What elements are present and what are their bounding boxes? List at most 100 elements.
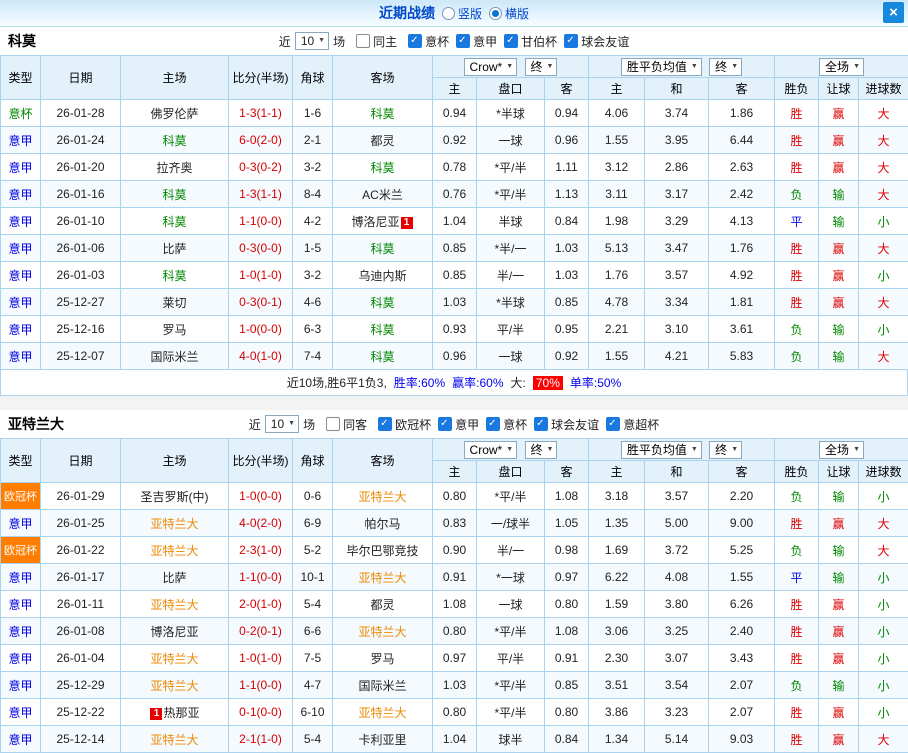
- checkbox-checked-icon[interactable]: [486, 417, 500, 431]
- odds-company-dropdown[interactable]: Crow*▼: [464, 58, 518, 76]
- result-wdl: 负: [775, 343, 819, 370]
- filter-checkbox[interactable]: 球会友谊: [534, 416, 599, 433]
- match-type: 意甲: [1, 672, 41, 699]
- odds-time-dropdown[interactable]: 终▼: [525, 58, 558, 76]
- euro-away-odds: 1.76: [709, 235, 775, 262]
- radio-horizontal-icon[interactable]: [489, 7, 502, 20]
- col-asian-handicap: 盘口: [477, 78, 545, 100]
- match-row: 意甲 26-01-04 亚特兰大 1-0(1-0) 7-5 罗马 0.97 平/…: [1, 645, 908, 672]
- filter-checkbox[interactable]: 意甲: [438, 416, 479, 433]
- euro-odds-dropdown[interactable]: 胜平负均值▼: [621, 441, 702, 459]
- radio-vertical-icon[interactable]: [442, 7, 455, 20]
- match-date: 26-01-25: [41, 510, 121, 537]
- checkbox-checked-icon[interactable]: [606, 417, 620, 431]
- away-team-cell: 卡利亚里: [333, 726, 433, 753]
- euro-draw-odds: 5.00: [645, 510, 709, 537]
- filter-checkbox[interactable]: 意杯: [408, 33, 449, 50]
- col-euro-away: 客: [709, 461, 775, 483]
- checkbox-unchecked-icon[interactable]: [356, 34, 370, 48]
- euro-draw-odds: 3.47: [645, 235, 709, 262]
- near-label: 近: [249, 416, 261, 433]
- col-handicap-result: 让球: [819, 461, 859, 483]
- filter-checkbox[interactable]: 意甲: [456, 33, 497, 50]
- same-away-checkbox[interactable]: 同客: [326, 416, 367, 433]
- euro-draw-odds: 3.07: [645, 645, 709, 672]
- match-date: 26-01-29: [41, 483, 121, 510]
- checkbox-checked-icon[interactable]: [564, 34, 578, 48]
- match-score: 0-3(0-0): [229, 235, 293, 262]
- euro-away-odds: 1.55: [709, 564, 775, 591]
- col-away: 客场: [333, 439, 433, 483]
- match-row: 意甲 26-01-10 科莫 1-1(0-0) 4-2 博洛尼亚1 1.04 半…: [1, 208, 908, 235]
- scope-dropdown[interactable]: 全场▼: [819, 441, 864, 459]
- asian-away-odds: 1.11: [545, 154, 589, 181]
- scope-dropdown[interactable]: 全场▼: [819, 58, 864, 76]
- euro-away-odds: 1.86: [709, 100, 775, 127]
- team-name: 亚特兰大: [150, 652, 198, 666]
- asian-home-odds: 0.90: [433, 537, 477, 564]
- games-count-dropdown[interactable]: 10▼: [295, 32, 329, 50]
- filter-label: 欧冠杯: [395, 416, 431, 433]
- euro-away-odds: 1.81: [709, 289, 775, 316]
- same-home-checkbox[interactable]: 同主: [356, 33, 397, 50]
- match-type: 意甲: [1, 699, 41, 726]
- match-score: 1-0(1-0): [229, 645, 293, 672]
- section-como: 科莫 近 10▼ 场 同主 意杯意甲甘伯杯球会友谊 类型 日期 主场 比分(半场…: [0, 27, 908, 396]
- filter-checkbox[interactable]: 甘伯杯: [504, 33, 557, 50]
- team-name: 博洛尼亚: [150, 625, 198, 639]
- checkbox-checked-icon[interactable]: [504, 34, 518, 48]
- euro-time-dropdown[interactable]: 终▼: [709, 58, 742, 76]
- asian-handicap: *平/半: [477, 618, 545, 645]
- result-handicap: 输: [819, 316, 859, 343]
- team-name: 科莫: [370, 296, 394, 310]
- checkbox-checked-icon[interactable]: [378, 417, 392, 431]
- checkbox-checked-icon[interactable]: [456, 34, 470, 48]
- team-name: 都灵: [370, 598, 394, 612]
- checkbox-checked-icon[interactable]: [534, 417, 548, 431]
- filter-checkbox[interactable]: 意超杯: [606, 416, 659, 433]
- col-result: 胜负: [775, 78, 819, 100]
- col-handicap-result: 让球: [819, 78, 859, 100]
- away-team-cell: 科莫: [333, 289, 433, 316]
- euro-home-odds: 1.76: [589, 262, 645, 289]
- radio-vertical-label[interactable]: 竖版: [458, 5, 482, 22]
- close-button[interactable]: ×: [883, 2, 904, 23]
- euro-time-dropdown[interactable]: 终▼: [709, 441, 742, 459]
- asian-handicap: *平/半: [477, 483, 545, 510]
- checkbox-checked-icon[interactable]: [438, 417, 452, 431]
- euro-draw-odds: 3.74: [645, 100, 709, 127]
- radio-vertical-layout[interactable]: 竖版: [442, 5, 482, 22]
- odds-company-dropdown[interactable]: Crow*▼: [464, 441, 518, 459]
- checkbox-checked-icon[interactable]: [408, 34, 422, 48]
- home-team-cell: 圣吉罗斯(中): [121, 483, 229, 510]
- filter-checkbox[interactable]: 球会友谊: [564, 33, 629, 50]
- match-score: 1-3(1-1): [229, 100, 293, 127]
- euro-draw-odds: 3.10: [645, 316, 709, 343]
- col-score: 比分(半场): [229, 439, 293, 483]
- chevron-down-icon: ▼: [853, 60, 860, 74]
- euro-odds-dropdown[interactable]: 胜平负均值▼: [621, 58, 702, 76]
- dropdown-value: 终: [715, 60, 727, 74]
- result-handicap: 输: [819, 564, 859, 591]
- match-date: 26-01-04: [41, 645, 121, 672]
- match-score: 1-0(0-0): [229, 316, 293, 343]
- checkbox-unchecked-icon[interactable]: [326, 417, 340, 431]
- filter-label: 意杯: [503, 416, 527, 433]
- summary-text: 近10场,胜6平1负3,: [287, 374, 387, 391]
- radio-horizontal-label[interactable]: 横版: [505, 5, 529, 22]
- corner-score: 8-4: [293, 181, 333, 208]
- checkbox-label: 同客: [343, 416, 367, 433]
- team-name: 佛罗伦萨: [150, 107, 198, 121]
- away-team-cell: 都灵: [333, 591, 433, 618]
- games-count-dropdown[interactable]: 10▼: [265, 415, 299, 433]
- filter-checkbox[interactable]: 意杯: [486, 416, 527, 433]
- result-goals: 小: [859, 208, 908, 235]
- asian-handicap: *平/半: [477, 699, 545, 726]
- match-date: 26-01-28: [41, 100, 121, 127]
- team-name: 亚特兰大: [358, 490, 406, 504]
- radio-horizontal-layout[interactable]: 横版: [489, 5, 529, 22]
- result-goals: 大: [859, 289, 908, 316]
- col-euro-home: 主: [589, 78, 645, 100]
- odds-time-dropdown[interactable]: 终▼: [525, 441, 558, 459]
- filter-checkbox[interactable]: 欧冠杯: [378, 416, 431, 433]
